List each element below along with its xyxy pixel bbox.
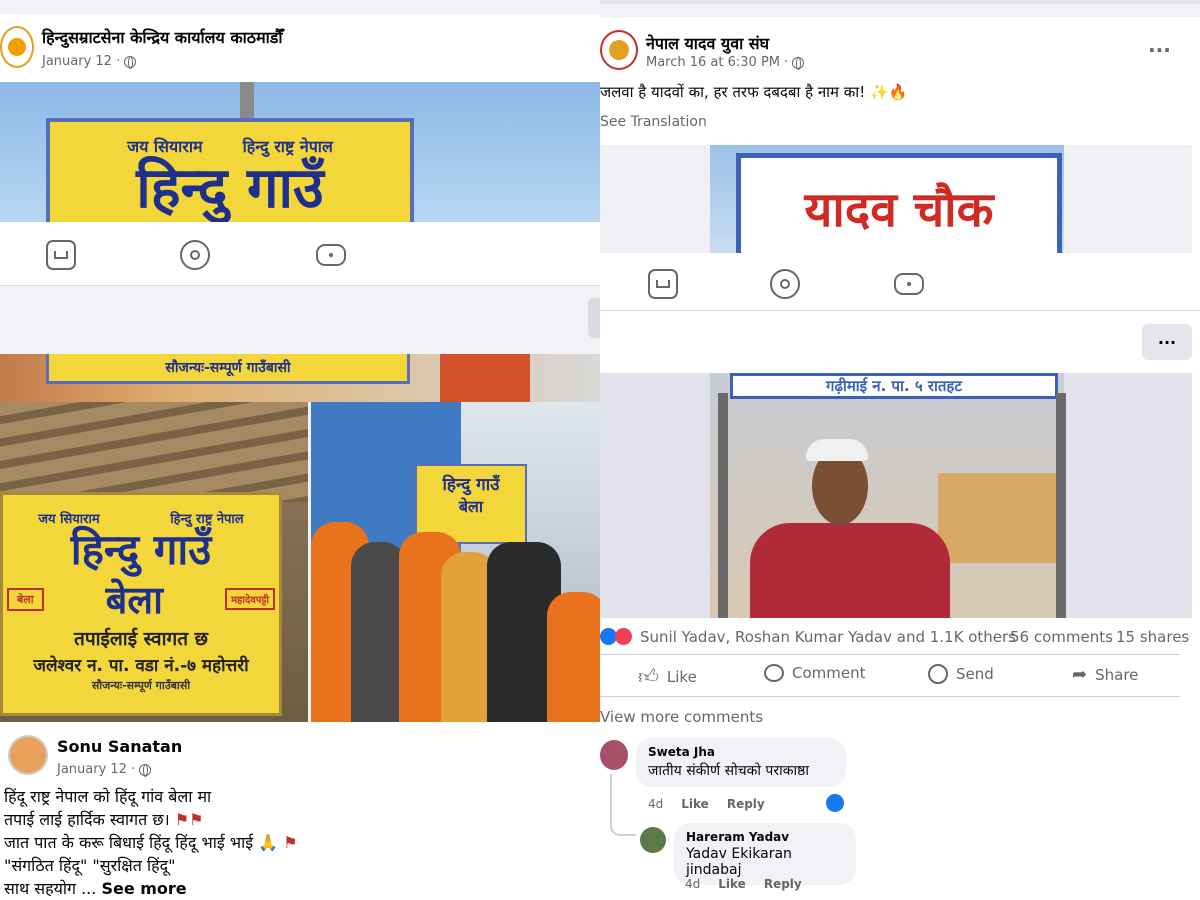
send-button[interactable]: Send <box>928 664 994 684</box>
comment-icon <box>764 664 784 682</box>
comment-bubble: Sweta Jha जातीय संकीर्ण सोचको पराकाष्ठा <box>636 738 846 787</box>
like-reaction-icon[interactable] <box>826 794 844 812</box>
see-more-link[interactable]: See more <box>101 879 186 898</box>
share-button[interactable]: ➦ Share <box>1072 664 1138 685</box>
comment-reply-button[interactable]: Reply <box>727 797 765 811</box>
post-image[interactable]: यादव चौक <box>600 145 1192 253</box>
pray-icon: 🙏 <box>258 833 279 852</box>
page-title[interactable]: नेपाल यादव युवा संघ <box>646 32 769 54</box>
divider <box>600 654 1180 655</box>
globe-icon <box>124 55 137 69</box>
shares-count[interactable]: 15 shares <box>1116 628 1189 646</box>
comment-button[interactable]: Comment <box>764 664 866 682</box>
logo-icon <box>609 40 629 60</box>
comment-text: जातीय संकीर्ण सोचको पराकाष्ठा <box>648 763 809 779</box>
post-date[interactable]: January 12 · <box>57 762 152 777</box>
author-name[interactable]: Sonu Sanatan <box>57 737 182 756</box>
icon-row <box>0 222 600 286</box>
more-options-button[interactable]: ··· <box>1142 324 1192 360</box>
post2-photo-right[interactable]: हिन्दु गाउँ बेला <box>311 402 600 722</box>
like-button[interactable]: 👍︎ Like <box>638 664 697 689</box>
arrow-left-sign: बेला <box>7 587 44 611</box>
send-icon <box>928 664 948 684</box>
post-date[interactable]: January 12 · <box>42 54 137 69</box>
scroll-handle[interactable] <box>588 298 600 338</box>
reactions-summary[interactable]: Sunil Yadav, Roshan Kumar Yadav and 1.1K… <box>640 628 1016 646</box>
globe-icon <box>139 763 152 777</box>
commenter-name[interactable]: Sweta Jha <box>648 745 834 759</box>
commenter-name[interactable]: Hareram Yadav <box>686 830 844 844</box>
commenter-avatar[interactable] <box>640 827 666 853</box>
sign-pole <box>240 82 254 122</box>
page-title[interactable]: हिन्दुसम्राटसेना केन्द्रिय कार्यालय काठम… <box>42 26 283 48</box>
comment-text: Yadav Ekikaran jindabaj <box>686 846 792 878</box>
banner-sign: सौजन्यः-सम्पूर्ण गाउँबासी <box>46 354 410 384</box>
thumbs-up-icon: 👍︎ <box>638 664 659 688</box>
sign-pole <box>1056 393 1066 618</box>
sign-board: जय सियाराम हिन्दु राष्ट्र नेपाल हिन्दु गा… <box>46 118 414 222</box>
sign-board: यादव चौक <box>736 153 1062 253</box>
comments-count[interactable]: 56 comments <box>1010 628 1113 646</box>
page-avatar[interactable] <box>0 26 34 68</box>
post2-banner-image[interactable]: सौजन्यः-सम्पूर्ण गाउँबासी <box>0 354 600 402</box>
view-more-comments-link[interactable]: View more comments <box>600 708 763 726</box>
divider <box>600 696 1180 697</box>
see-translation-link[interactable]: See Translation <box>600 114 707 130</box>
post2-photo-left[interactable]: जय सियाराम हिन्दु राष्ट्र नेपाल हिन्दु गा… <box>0 402 308 722</box>
post-date[interactable]: March 16 at 6:30 PM · <box>646 55 805 70</box>
commenter-avatar[interactable] <box>600 740 628 770</box>
comment-like-button[interactable]: Like <box>718 877 746 891</box>
more-options-button[interactable]: ··· <box>1148 38 1171 62</box>
cap <box>806 439 868 461</box>
person-body <box>750 523 950 618</box>
arrow-right-sign: महादेवपट्टी <box>225 588 275 610</box>
page-avatar[interactable] <box>600 30 638 70</box>
divider <box>600 0 1200 4</box>
comment-reply-button[interactable]: Reply <box>764 877 802 891</box>
comment-meta: 4d Like Reply <box>648 797 765 811</box>
person <box>547 592 600 722</box>
reaction-icons[interactable] <box>600 628 632 645</box>
flag-icon: ⚑ <box>283 833 298 852</box>
comment-meta: 4d Like Reply <box>685 877 802 891</box>
sign-board: गढ़ीमाई न. पा. ५ रातहट <box>730 373 1058 399</box>
icon-row <box>600 253 1200 311</box>
village-sign-board: जय सियाराम हिन्दु राष्ट्र नेपाल हिन्दु गा… <box>0 492 282 716</box>
comment-time[interactable]: 4d <box>648 797 663 811</box>
post-image[interactable]: जय सियाराम हिन्दु राष्ट्र नेपाल हिन्दु गा… <box>0 82 600 222</box>
globe-icon <box>792 56 805 70</box>
flag-shape <box>440 354 530 402</box>
share-icon: ➦ <box>1072 664 1088 685</box>
comment-bubble: Hareram Yadav Yadav Ekikaran jindabaj <box>674 823 856 885</box>
post-text: जलवा है यादवों का, हर तरफ दबदबा है नाम क… <box>600 83 908 101</box>
marketplace-icon[interactable] <box>46 240 76 270</box>
nepal-flag-icon: ⚑⚑ <box>174 810 204 829</box>
groups-icon[interactable] <box>770 269 800 299</box>
thread-line <box>610 774 636 836</box>
post-text: हिंदू राष्ट्र नेपाल को हिंदू गांव बेला म… <box>4 787 298 898</box>
comment-like-button[interactable]: Like <box>681 797 709 811</box>
love-reaction-icon <box>615 628 632 645</box>
groups-icon[interactable] <box>180 240 210 270</box>
temple-building <box>938 473 1056 563</box>
wood-slats <box>0 402 308 502</box>
logo-icon <box>8 38 26 56</box>
gaming-icon[interactable] <box>316 244 346 266</box>
post-photo[interactable]: गढ़ीमाई न. पा. ५ रातहट <box>600 373 1192 618</box>
gaming-icon[interactable] <box>894 273 924 295</box>
sign-pole <box>718 393 728 618</box>
author-avatar[interactable] <box>8 735 48 775</box>
comment-time[interactable]: 4d <box>685 877 700 891</box>
marketplace-icon[interactable] <box>648 269 678 299</box>
